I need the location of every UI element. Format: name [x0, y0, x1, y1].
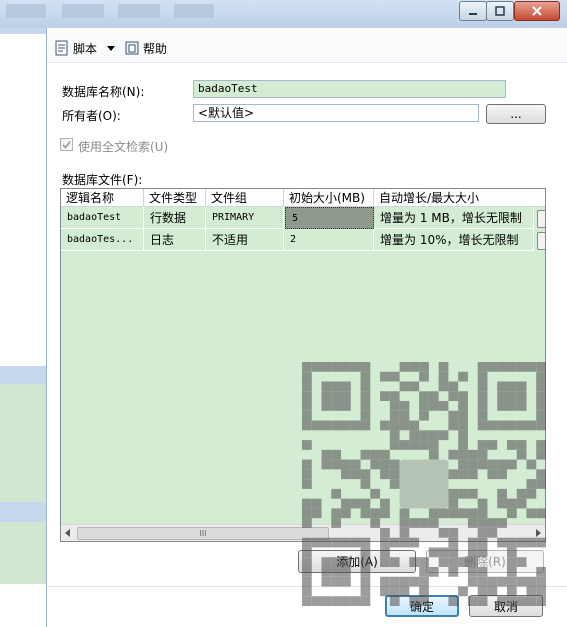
- autogrowth-edit-button[interactable]: [537, 210, 545, 228]
- column-header-logical-name[interactable]: 逻辑名称: [61, 189, 144, 207]
- table-cell-autogrowth[interactable]: 增量为 1 MB，增长无限制: [374, 207, 534, 229]
- maximize-button[interactable]: [486, 1, 514, 21]
- window-title-bar: [0, 0, 567, 28]
- column-header-initial-size[interactable]: 初始大小(MB): [284, 189, 374, 207]
- column-header-filegroup[interactable]: 文件组: [206, 189, 284, 207]
- owner-browse-button[interactable]: ...: [486, 104, 546, 124]
- chevron-down-icon[interactable]: [106, 43, 116, 53]
- page-select-panel: [0, 28, 47, 627]
- maximize-icon: [495, 6, 505, 16]
- page-item[interactable]: [0, 366, 46, 384]
- table-cell-file-type[interactable]: 行数据: [144, 207, 206, 229]
- menu-item-blurred: [118, 4, 160, 18]
- menu-item-blurred: [62, 4, 104, 18]
- table-cell-logical-name[interactable]: badaoTest: [61, 207, 144, 229]
- progress-area: [0, 522, 46, 584]
- table-cell-logical-name[interactable]: badaoTes...: [61, 229, 144, 251]
- script-button[interactable]: 脚本: [54, 40, 116, 56]
- qr-code-icon: [302, 362, 546, 606]
- scroll-left-icon[interactable]: [64, 529, 72, 537]
- fulltext-label: 使用全文检索(U): [78, 140, 169, 154]
- script-icon: [55, 40, 68, 56]
- connection-item[interactable]: [0, 502, 46, 522]
- table-cell-initial-size[interactable]: 2: [284, 229, 374, 251]
- menu-item-blurred: [6, 4, 46, 18]
- table-cell-filegroup[interactable]: 不适用: [206, 229, 284, 251]
- table-cell-file-type[interactable]: 日志: [144, 229, 206, 251]
- dbname-label: 数据库名称(N):: [62, 85, 145, 99]
- close-button[interactable]: [514, 1, 560, 21]
- dbname-input[interactable]: badaoTest: [193, 80, 506, 98]
- owner-input[interactable]: <默认值>: [193, 104, 479, 122]
- help-icon: [125, 41, 139, 55]
- table-cell-initial-size-selected[interactable]: 5: [285, 207, 374, 229]
- check-icon: [62, 141, 71, 149]
- column-header-autogrowth[interactable]: 自动增长/最大大小: [374, 189, 545, 207]
- minimize-icon: [469, 13, 477, 15]
- close-icon: [532, 6, 542, 16]
- menu-item-blurred: [174, 4, 214, 18]
- qr-code-watermark: [302, 362, 546, 606]
- help-label: 帮助: [143, 41, 168, 56]
- page-item[interactable]: [0, 28, 46, 34]
- scroll-thumb[interactable]: III: [77, 527, 329, 540]
- owner-label: 所有者(O):: [62, 109, 121, 123]
- help-button[interactable]: 帮助: [124, 40, 167, 56]
- table-cell-autogrowth[interactable]: 增量为 10%，增长无限制: [374, 229, 534, 251]
- table-cell-filegroup[interactable]: PRIMARY: [206, 207, 284, 229]
- connection-area: [0, 384, 46, 502]
- files-label: 数据库文件(F):: [62, 173, 143, 187]
- autogrowth-edit-button[interactable]: [537, 232, 545, 250]
- script-label: 脚本: [73, 41, 98, 56]
- fulltext-checkbox[interactable]: [60, 138, 73, 151]
- column-header-file-type[interactable]: 文件类型: [144, 189, 206, 207]
- minimize-button[interactable]: [459, 1, 487, 21]
